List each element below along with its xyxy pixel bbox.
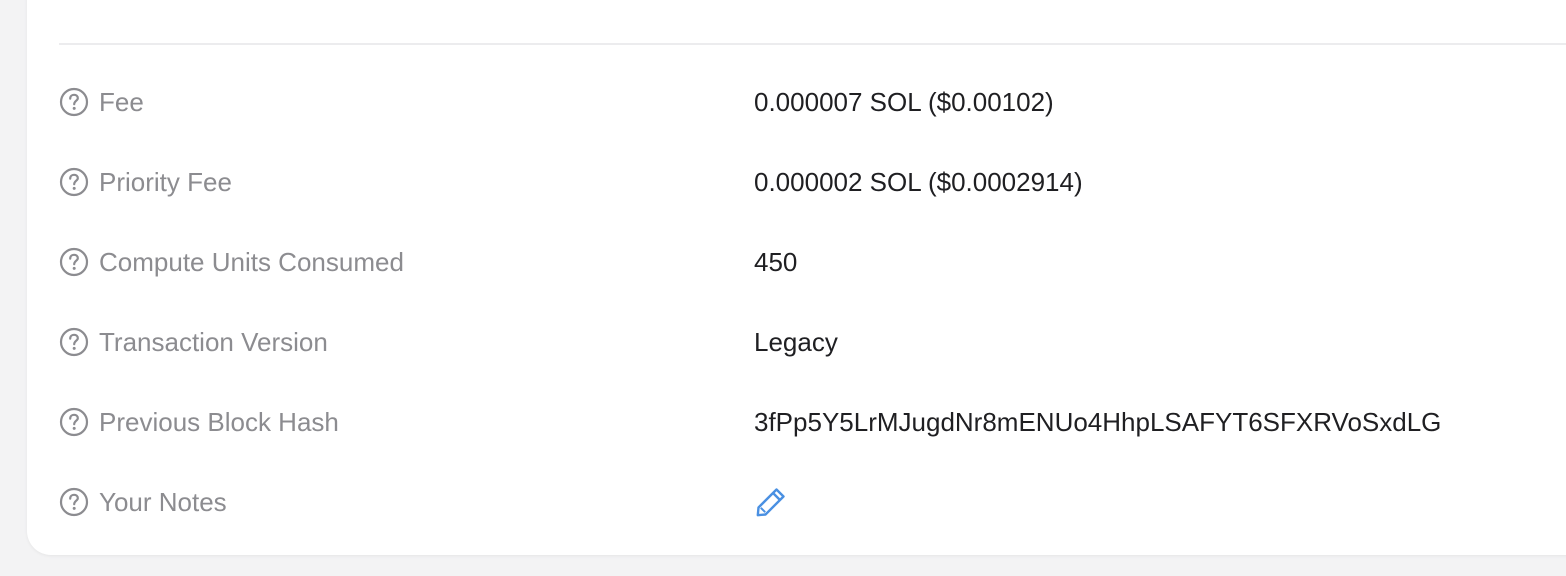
detail-label: Your Notes (99, 486, 227, 517)
detail-row-fee: Fee 0.000007 SOL ($0.00102) (59, 62, 1566, 142)
detail-row-transaction-version: Transaction Version Legacy (59, 302, 1566, 382)
detail-row-compute-units: Compute Units Consumed 450 (59, 222, 1566, 302)
detail-label: Fee (99, 86, 144, 117)
question-circle-icon[interactable] (59, 87, 89, 117)
question-circle-icon[interactable] (59, 327, 89, 357)
detail-label: Transaction Version (99, 326, 328, 357)
detail-label-cell: Transaction Version (59, 327, 754, 358)
details-list: Fee 0.000007 SOL ($0.00102) Priority Fee… (59, 62, 1566, 542)
detail-value: 450 (754, 246, 798, 277)
detail-label-cell: Your Notes (59, 487, 754, 518)
detail-label-cell: Priority Fee (59, 167, 754, 198)
question-circle-icon[interactable] (59, 247, 89, 277)
detail-label: Previous Block Hash (99, 406, 339, 437)
detail-label-cell: Compute Units Consumed (59, 247, 754, 278)
detail-label: Priority Fee (99, 166, 232, 197)
detail-label-cell: Fee (59, 87, 754, 118)
question-circle-icon[interactable] (59, 407, 89, 437)
detail-row-priority-fee: Priority Fee 0.000002 SOL ($0.0002914) (59, 142, 1566, 222)
question-circle-icon[interactable] (59, 487, 89, 517)
detail-value: Legacy (754, 326, 838, 357)
pencil-icon[interactable] (754, 485, 788, 519)
detail-label: Compute Units Consumed (99, 246, 404, 277)
detail-value: 0.000002 SOL ($0.0002914) (754, 166, 1083, 197)
detail-value: 0.000007 SOL ($0.00102) (754, 86, 1054, 117)
question-circle-icon[interactable] (59, 167, 89, 197)
divider (59, 43, 1566, 45)
detail-label-cell: Previous Block Hash (59, 407, 754, 438)
detail-row-previous-block-hash: Previous Block Hash 3fPp5Y5LrMJugdNr8mEN… (59, 382, 1566, 462)
block-hash-value: 3fPp5Y5LrMJugdNr8mENUo4HhpLSAFYT6SFXRVoS… (754, 406, 1442, 437)
detail-row-your-notes: Your Notes (59, 462, 1566, 542)
